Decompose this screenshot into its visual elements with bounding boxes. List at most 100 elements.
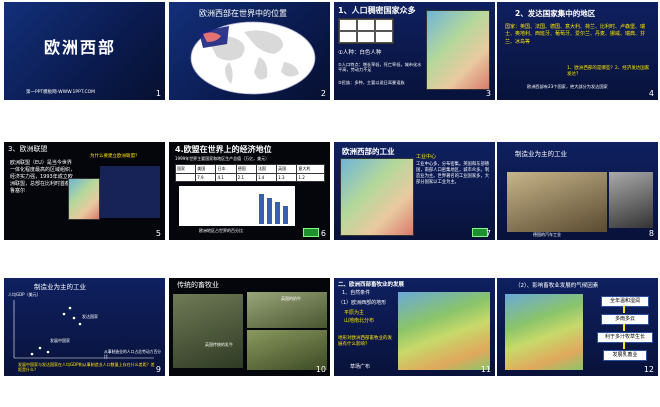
climate-map <box>505 294 583 370</box>
slide-number: 1 <box>155 89 161 98</box>
x-axis-label: 从事制造业的人口占总劳动力百分比 <box>104 349 161 359</box>
developing-label: 发展中国家 <box>50 338 70 343</box>
slide-12[interactable]: （2）、影响畜牧业发展的气候因素 全年温和湿润 多雨多云 利于多汁牧草生长 发展… <box>497 278 658 376</box>
industry-description: 工业中心多，分布密集。英国和东部德国，南部人口密集地区，城市众多。制造业为主。世… <box>416 162 490 186</box>
slide-8[interactable]: 制造业为主的工业 德国的汽车工业 8 <box>497 142 658 240</box>
slide-title: 欧洲西部的工业 <box>342 147 395 156</box>
bar <box>275 202 280 224</box>
eu-info-panel <box>100 166 160 218</box>
header-cell: 德国 <box>235 164 257 174</box>
slide-number: 2 <box>320 89 326 98</box>
photo-caption-1: 英国传统的乳牛 <box>205 342 233 347</box>
question-text: 发展中国家与发达国家在人均GDP和从事制造业人口数量上存在什么差距？差距是什么？ <box>18 362 155 372</box>
countries-list: 国家：英国、法国、德国、意大利、荷兰、比利时、卢森堡、瑞士、奥地利、西班牙、葡萄… <box>505 24 646 45</box>
bullet-population: ②人口特点：增长率低，死亡率低，城市化水平高，劳动力不足 <box>338 62 422 73</box>
slide-number: 7 <box>485 229 491 238</box>
slide-title: 2、发达国家集中的地区 <box>515 9 596 18</box>
slide-title: 欧洲西部 <box>44 38 117 57</box>
world-globe-map <box>190 21 316 95</box>
header-cell: 意大利 <box>296 164 325 174</box>
slide-number: 11 <box>480 365 491 374</box>
slide-title: 4.欧盟在世界上的经济地位 <box>175 145 272 154</box>
slide-title: （2）、影响畜牧业发展的气候因素 <box>515 283 599 289</box>
slide-number: 4 <box>648 89 654 98</box>
slide-title: 1、人口稠密国家众多 <box>338 6 416 15</box>
photo-caption: 德国的汽车工业 <box>533 232 561 237</box>
slide-title: 制造业为主的工业 <box>515 150 567 158</box>
terrain-map <box>398 292 490 370</box>
arrow-icon <box>623 324 625 331</box>
slide-2[interactable]: 欧洲西部在世界中的位置 2 <box>169 2 330 100</box>
value-cell: 7.9 <box>195 173 217 182</box>
factory-photo <box>507 172 607 232</box>
bullet-plains: 平原为主 <box>344 310 365 316</box>
bullet-terrain: （1）欧洲西部的地形 <box>338 300 387 306</box>
flow-box-climate: 全年温和湿润 <box>601 296 649 307</box>
table-caption: 1999年世界主要国家和地区生产总值（万亿，美元） <box>175 156 270 161</box>
slide-11[interactable]: 二、欧洲西部畜牧业的发展 1、自然条件 （1）欧洲西部的地形 平原为主 山地南北… <box>334 278 495 376</box>
industry-map <box>340 158 414 236</box>
car-photo <box>609 172 653 228</box>
slide-number: 10 <box>315 365 326 374</box>
slide-number: 5 <box>155 229 161 238</box>
value-cell: 2.1 <box>235 173 257 182</box>
next-button[interactable] <box>303 228 319 237</box>
grazing-cows-photo <box>247 330 327 370</box>
header-cell: 日本 <box>215 164 237 174</box>
bar-chart <box>179 186 295 226</box>
header-cell: 美国 <box>195 164 217 174</box>
bullet-natural: 1、自然条件 <box>342 290 371 296</box>
slide-3[interactable]: 1、人口稠密国家众多 ①人种：白色人种 ②人口特点：增长率低，死亡率低，城市化水… <box>334 2 495 100</box>
bar <box>259 194 264 224</box>
eu-map <box>68 178 100 220</box>
note-text: 欧洲西部有23个国家，绝大部分为发达国家 <box>527 84 608 89</box>
slide-title: 传统的畜牧业 <box>177 281 219 289</box>
slide-10[interactable]: 传统的畜牧业 英国传统的乳牛 英国的奶牛 10 <box>169 278 330 376</box>
slide-title: 二、欧洲西部畜牧业的发展 <box>338 282 405 288</box>
y-axis-label: 人均GDP（美元） <box>8 292 41 297</box>
slide-number: 8 <box>648 229 654 238</box>
slide-9[interactable]: 制造业为主的工业 人均GDP（美元） 从事制造业的人口占总劳动力百分比 发展中国… <box>4 278 165 376</box>
header-cell: 国家 <box>174 164 197 174</box>
population-density-map <box>426 10 490 90</box>
value-cell: 1.2 <box>296 173 325 182</box>
question-text: 地形对欧洲西部畜牧业的发展有什么影响？ <box>338 336 392 347</box>
pasture-label: 草场广布 <box>350 364 371 370</box>
value-cell: 1.3 <box>276 173 298 182</box>
slide-number: 12 <box>643 365 654 374</box>
arrow-icon <box>623 306 625 313</box>
flow-box-dairy: 发展乳畜业 <box>603 350 647 361</box>
gdp-table: 国家 美国 日本 德国 法国 英国 意大利 7.9 4.1 2.1 1.4 1.… <box>174 164 325 182</box>
slide-title: 3、欧洲联盟 <box>8 145 48 153</box>
bar <box>283 206 288 224</box>
value-cell: 4.1 <box>215 173 237 182</box>
slide-footer: 第一PPT模板网-WWW.1PPT.COM <box>26 90 96 95</box>
arrow-icon <box>623 342 625 349</box>
slide-6[interactable]: 4.欧盟在世界上的经济地位 1999年世界主要国家和地区生产总值（万亿，美元） … <box>169 142 330 240</box>
header-cell: 英国 <box>276 164 298 174</box>
slide-number: 6 <box>320 229 326 238</box>
flow-box-grass: 利于多汁牧草生长 <box>597 332 653 343</box>
chart-caption: 欧洲地区占世界的百分比 <box>199 228 243 233</box>
population-table <box>338 18 394 44</box>
header-cell: 法国 <box>255 164 278 174</box>
bullet-ethnicity: ③民族：多种，主要以说日耳曼语族 <box>338 80 405 85</box>
bullet-race: ①人种：白色人种 <box>338 50 382 56</box>
eu-description: 欧洲联盟（EU）是当今世界一体化程度最高的区域组织，经济实力强，1993年成立欧… <box>10 160 76 194</box>
question-text: 1、欧洲西部的是哪些？2、经济发达国家发达？ <box>567 66 650 77</box>
question-text: 为什么要建立欧洲联盟？ <box>90 154 140 159</box>
bar <box>267 198 272 224</box>
bullet-mountains: 山地南北分布 <box>344 318 375 324</box>
slide-5[interactable]: 3、欧洲联盟 为什么要建立欧洲联盟？ 欧洲联盟（EU）是当今世界一体化程度最高的… <box>4 142 165 240</box>
slide-number: 9 <box>155 365 161 374</box>
panel-subtitle: 工业中心 <box>416 154 437 160</box>
slide-1[interactable]: 欧洲西部 第一PPT模板网-WWW.1PPT.COM 1 <box>4 2 165 100</box>
flow-box-rain: 多雨多云 <box>601 314 649 325</box>
slide-7[interactable]: 欧洲西部的工业 工业中心 工业中心多，分布密集。英国和东部德国，南部人口密集地区… <box>334 142 495 240</box>
photo-caption-2: 英国的奶牛 <box>281 296 301 301</box>
developed-label: 发达国家 <box>82 314 98 319</box>
value-cell: 1.4 <box>255 173 278 182</box>
slide-4[interactable]: 2、发达国家集中的地区 国家：英国、法国、德国、意大利、荷兰、比利时、卢森堡、瑞… <box>497 2 658 100</box>
dairy-cow-photo <box>173 294 243 368</box>
slide-number: 3 <box>485 89 491 98</box>
